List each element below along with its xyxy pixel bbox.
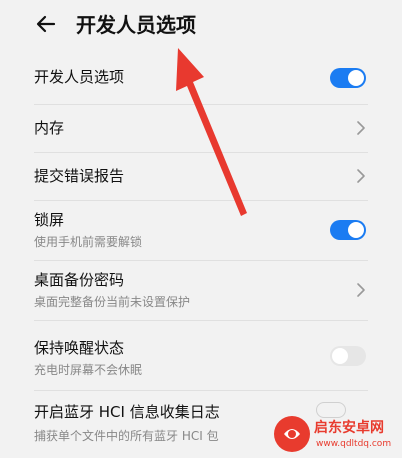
row-subtitle: 充电时屏幕不会休眠 [34, 363, 143, 377]
watermark-url: www.qdltdq.com [316, 439, 392, 449]
page-title: 开发人员选项 [76, 13, 196, 37]
row-subtitle: 桌面完整备份当前未设置保护 [34, 295, 191, 309]
developer-options-toggle[interactable] [330, 68, 366, 88]
chevron-right-icon [357, 121, 365, 135]
stay-awake-toggle[interactable] [330, 346, 366, 366]
row-title: 内存 [34, 119, 65, 137]
row-subtitle: 使用手机前需要解锁 [34, 235, 143, 249]
setting-row-stay-awake[interactable]: 保持唤醒状态 充电时屏幕不会休眠 [0, 320, 402, 390]
row-title: 锁屏 [34, 211, 65, 229]
toggle-knob [348, 222, 364, 238]
setting-row-desktop-backup-password[interactable]: 桌面备份密码 桌面完整备份当前未设置保护 [0, 260, 402, 320]
row-title: 开启蓝牙 HCI 信息收集日志 [34, 403, 220, 421]
toggle-knob [348, 70, 364, 86]
back-arrow-icon[interactable] [34, 12, 58, 36]
toggle-knob [332, 348, 348, 364]
row-title: 保持唤醒状态 [34, 339, 125, 357]
lock-screen-toggle[interactable] [330, 220, 366, 240]
setting-row-lock-screen[interactable]: 锁屏 使用手机前需要解锁 [0, 200, 402, 260]
header: 开发人员选项 [0, 0, 402, 52]
chevron-right-icon [357, 283, 365, 297]
row-title: 提交错误报告 [34, 167, 125, 185]
row-title: 开发人员选项 [34, 68, 125, 86]
row-title: 桌面备份密码 [34, 271, 125, 289]
setting-row-memory[interactable]: 内存 [0, 104, 402, 152]
chevron-right-icon [357, 169, 365, 183]
row-subtitle: 捕获单个文件中的所有蓝牙 HCI 包 [34, 429, 219, 443]
watermark-ghost-toggle [316, 402, 346, 418]
watermark-brand: 启东安卓网 [314, 420, 384, 436]
setting-row-developer-options[interactable]: 开发人员选项 [0, 52, 402, 104]
watermark-logo-icon [274, 416, 310, 452]
setting-row-bug-report[interactable]: 提交错误报告 [0, 152, 402, 200]
